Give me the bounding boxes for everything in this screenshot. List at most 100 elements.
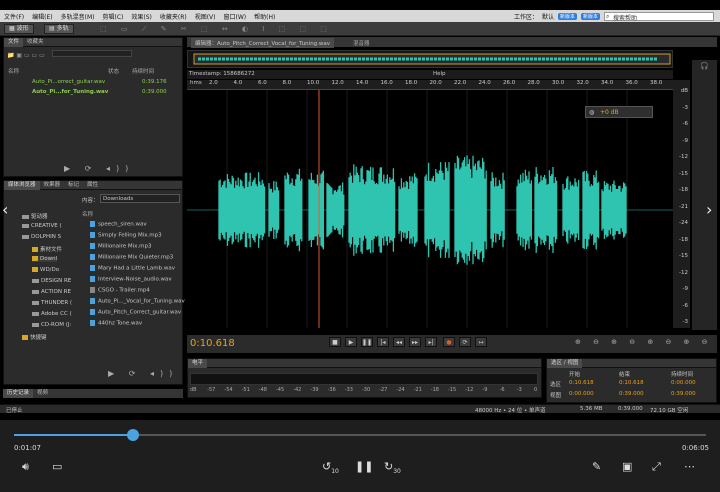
tree-item[interactable]: 快捷键 <box>22 333 47 341</box>
sel-start-value[interactable]: 0:10.618 <box>569 380 594 386</box>
files-toolbar[interactable]: 📁 ▣ ▭ ▭ ▭ <box>7 50 177 59</box>
file-row-name[interactable]: Auto_Pi...for_Tuning.wav <box>32 89 108 95</box>
subtitles-icon[interactable]: ▭ <box>52 460 62 473</box>
hud-gain-control[interactable]: ◍ +0 dB <box>585 106 653 118</box>
workspace-label: 工作区： <box>513 13 538 21</box>
menu-favorites[interactable]: 收藏夹(R) <box>156 12 191 21</box>
loop-button[interactable]: ⟳ <box>459 337 471 347</box>
menu-clip[interactable]: 剪辑(C) <box>98 12 127 21</box>
view-duration-value[interactable]: 0:39.000 <box>671 391 696 397</box>
headphones-icon[interactable]: 🎧 <box>700 62 709 70</box>
overview-strip[interactable] <box>187 50 673 68</box>
stop-button[interactable]: ■ <box>329 337 341 347</box>
list-item[interactable]: Millionaire Mix Quieter.mp3 <box>90 254 173 261</box>
forward-button[interactable]: ▸▸ <box>409 337 421 347</box>
menu-effects[interactable]: 效果(S) <box>127 12 156 21</box>
to-start-button[interactable]: |◂ <box>377 337 389 347</box>
fullscreen-icon[interactable]: ⤢ <box>652 460 661 474</box>
tree-item[interactable]: CD-ROM (J: <box>32 322 71 328</box>
to-end-button[interactable]: ▸| <box>425 337 437 347</box>
more-options-icon[interactable]: ⋯ <box>684 460 695 473</box>
files-filter-input[interactable] <box>52 50 133 57</box>
list-item[interactable]: Interview-Noise_audio.wav <box>90 276 172 283</box>
list-item[interactable]: Simply Felling Mix.mp3 <box>90 232 162 239</box>
list-item[interactable]: Auto_Pi..._Vocal_for_Tuning.wav <box>90 298 185 305</box>
waveform-display[interactable]: ◍ +0 dB <box>187 90 673 328</box>
volume-icon[interactable]: 🔊︎ <box>22 460 29 474</box>
tab-video[interactable]: 视频 <box>33 389 52 398</box>
workspace-select[interactable]: 默认 <box>542 12 554 21</box>
tree-item[interactable]: 素材文件 <box>32 245 62 253</box>
col-name[interactable]: 名称 <box>8 67 19 75</box>
tab-files[interactable]: 文件 <box>4 37 24 47</box>
list-item[interactable]: Millionaire Mix.mp3 <box>90 243 152 250</box>
list-item[interactable]: speech_siren.wav <box>90 221 147 228</box>
tree-item[interactable]: ACTION RE <box>32 289 71 295</box>
menu-edit[interactable]: 编辑(E) <box>28 12 56 21</box>
skip-button[interactable]: ↦ <box>475 337 487 347</box>
list-item[interactable]: Mary Had a Little Lamb.wav <box>90 265 175 272</box>
waveform-label: 波形 <box>16 25 29 32</box>
menu-window[interactable]: 窗口(W) <box>220 12 251 21</box>
menu-file[interactable]: 文件(F) <box>0 12 28 21</box>
waveform-button[interactable]: ▦ 波形 <box>4 24 34 34</box>
col-duration[interactable]: 持续时间 <box>132 67 154 75</box>
timestamp-marker[interactable]: Timestamp: 158686272 <box>189 71 255 77</box>
next-arrow-icon[interactable]: › <box>706 200 712 219</box>
tree-item[interactable]: WD/Do <box>32 267 59 273</box>
update-badge-1[interactable]: 新版本 <box>557 12 577 20</box>
content-select[interactable]: Downloads <box>100 194 180 203</box>
media-col-name[interactable]: 名称 <box>82 210 93 218</box>
cast-icon[interactable]: ▣ <box>622 460 632 473</box>
pause-icon[interactable]: ❚❚ <box>355 460 373 473</box>
tree-item[interactable]: DESIGN RE <box>32 278 71 284</box>
menu-view[interactable]: 视图(V) <box>191 12 220 21</box>
media-footer-buttons[interactable]: ▶ ⟳ ◂)) <box>108 369 178 378</box>
tab-editor[interactable]: 编辑器：Auto_Pitch_Correct_Vocal_for_Tuning.… <box>191 38 335 48</box>
list-item[interactable]: 440hz Tone.wav <box>90 320 142 327</box>
marker-bar[interactable]: Timestamp: 158686272 Help <box>187 70 673 79</box>
rewind-button[interactable]: ◂◂ <box>393 337 405 347</box>
tree-item[interactable]: THUNDER ( <box>32 300 72 306</box>
tab-media-browser[interactable]: 媒体浏览器 <box>4 180 40 190</box>
update-badge-2[interactable]: 新版本 <box>580 12 600 20</box>
sel-duration-value[interactable]: 0:00.000 <box>671 380 696 386</box>
help-search-input[interactable]: ⌕ 搜索帮助 <box>604 11 714 22</box>
menu-multitrack[interactable]: 多轨混音(M) <box>57 12 99 21</box>
tree-item[interactable]: CREATIVE ( <box>22 223 62 229</box>
rewind-10-icon[interactable]: ↺10 <box>322 460 339 475</box>
forward-30-icon[interactable]: ↻30 <box>384 460 401 475</box>
tool-icons[interactable]: ⬚ ▭ ⟋ ✎ ✂ ⬚ ↔ ◐ Ⅰ ⬚ ⬚ ⬚ <box>100 25 350 33</box>
tab-mixer[interactable]: 混音器 <box>353 39 370 47</box>
view-start-value[interactable]: 0:00.000 <box>569 391 594 397</box>
record-button[interactable]: ● <box>443 337 455 347</box>
tree-item-selected[interactable]: Downl <box>32 256 58 262</box>
view-end-value[interactable]: 0:39.000 <box>619 391 644 397</box>
col-status[interactable]: 状态 <box>108 67 119 75</box>
help-marker[interactable]: Help <box>433 71 446 77</box>
tab-effects[interactable]: 效果器 <box>40 181 65 190</box>
tab-markers[interactable]: 标记 <box>64 181 83 190</box>
list-item[interactable]: Auto_Pitch_Correct_guitar.wav <box>90 309 181 316</box>
tab-history[interactable]: 历史记录 <box>3 389 34 398</box>
prev-arrow-icon[interactable]: ‹ <box>2 200 8 219</box>
tree-item[interactable]: DOLPHIN S <box>22 234 61 240</box>
tree-item[interactable]: Adobe CC ( <box>32 311 72 317</box>
files-footer-buttons[interactable]: ▶ ⟳ ◂)) <box>64 164 134 173</box>
multitrack-button[interactable]: ▤ 多轨 <box>44 24 74 34</box>
zoom-sidebar[interactable]: 🎧 <box>692 60 717 330</box>
tab-properties[interactable]: 属性 <box>83 181 102 190</box>
pause-button[interactable]: ❚❚ <box>361 337 373 347</box>
seek-handle[interactable] <box>127 429 140 441</box>
time-ruler[interactable]: hms 2.0 4.0 6.0 8.0 10.0 12.0 14.0 16.0 18.0 20.0… <box>187 80 673 90</box>
play-button[interactable]: ▶ <box>345 337 357 347</box>
menu-help[interactable]: 帮助(H) <box>250 12 279 21</box>
edit-pen-icon[interactable]: ✎ <box>592 460 601 473</box>
sel-end-value[interactable]: 0:10.618 <box>619 380 644 386</box>
tree-drives[interactable]: 驱动器 <box>22 212 48 220</box>
zoom-controls[interactable]: ⊕ ⊖ ⊕ ⊖ ⊕ ⊖ ⊕ ⊖ <box>575 338 713 346</box>
file-row-name[interactable]: Auto_Pi...orrect_guitar.wav <box>32 79 105 85</box>
current-time-display[interactable]: 0:10.618 <box>190 338 235 349</box>
list-item[interactable]: CSGO - Trailer.mp4 <box>90 287 150 294</box>
tab-favorites[interactable]: 收藏夹 <box>23 38 48 47</box>
